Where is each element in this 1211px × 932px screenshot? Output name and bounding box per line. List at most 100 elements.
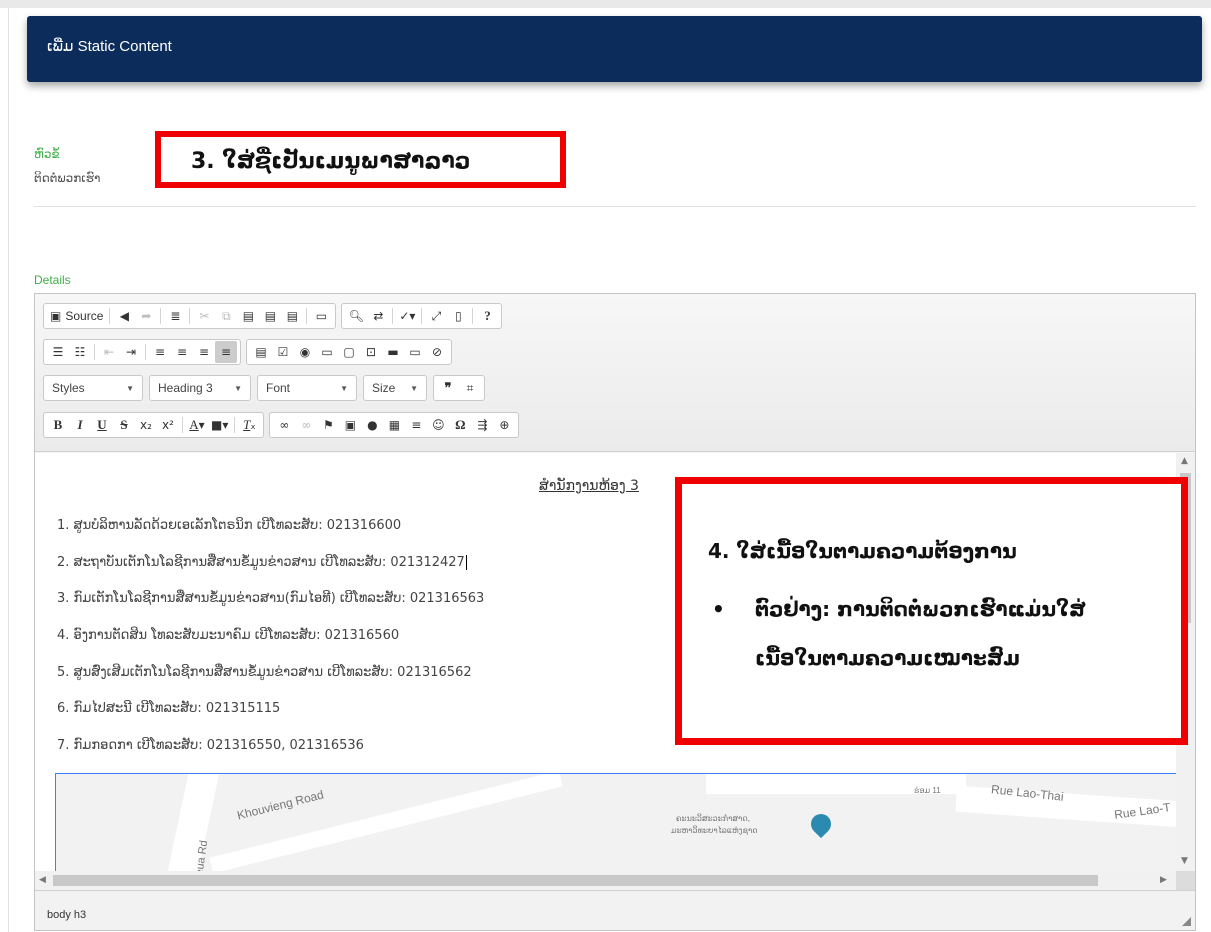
map-poi-label: ຄະນະວິສະວະກຳສາດ,	[676, 814, 750, 823]
horizontal-scrollbar[interactable]: ◀ ▶	[35, 871, 1176, 890]
scroll-right-icon[interactable]: ▶	[1160, 875, 1167, 885]
toolbar-separator	[392, 308, 394, 324]
embedded-map[interactable]: Khouvieng Road eua Rd ຮ່ອມ 11 Rue Lao-Th…	[55, 773, 1176, 871]
toolbar-separator	[145, 344, 146, 360]
maximize-icon[interactable]: ⤢	[425, 305, 447, 327]
source-button[interactable]: ▣ Source	[47, 305, 106, 327]
copy-icon[interactable]: ⧉	[215, 305, 237, 327]
image-icon[interactable]: ▣	[339, 414, 361, 436]
hidden-field-icon[interactable]: ⊘	[426, 341, 448, 363]
page-break-icon[interactable]: ⇶	[471, 414, 493, 436]
map-pin-icon[interactable]	[806, 809, 836, 839]
select-field-icon[interactable]: ⊡	[360, 341, 382, 363]
bold-icon[interactable]: B	[47, 414, 69, 436]
subscript-icon[interactable]: x₂	[135, 414, 157, 436]
undo-icon[interactable]: ◀	[113, 305, 135, 327]
text-cursor	[465, 554, 467, 570]
map-poi-label: ມະຫາວິທະຍາໄລແຫ່ງຊາດ	[671, 826, 758, 835]
align-justify-icon[interactable]: ≡	[215, 341, 237, 363]
callout-step-3-text: 3. ໃສ່ຊື່ເປັນເມນູພາສາລາວ	[191, 149, 471, 174]
unlink-icon[interactable]: ∞	[295, 414, 317, 436]
anchor-flag-icon[interactable]: ⚑	[317, 414, 339, 436]
superscript-icon[interactable]: x²	[157, 414, 179, 436]
iframe-icon[interactable]: ⊕	[493, 414, 515, 436]
callout-step-3: 3. ໃສ່ຊື່ເປັນເມນູພາສາລາວ	[155, 131, 566, 188]
indent-icon[interactable]: ⇥	[120, 341, 142, 363]
replace-icon[interactable]: ⇄	[367, 305, 389, 327]
paste-word-icon[interactable]: ▤	[281, 305, 303, 327]
list-item: 5. ສູນສົ່ງເສີມເຕັກໂນໂລຊີການສື່ສານຂໍ້ມູນຂ…	[57, 664, 472, 680]
templates-icon[interactable]: ≣	[164, 305, 186, 327]
editor-toolbar: ▣ Source ◀ ➦ ≣ ✂ ⧉ ▤ ▤ ▤ ▭ 🔍︎ ⇄ ✓▾ ⤢ ▯ ?…	[35, 294, 1195, 452]
font-dropdown[interactable]: Font ▼	[257, 375, 357, 401]
spellcheck-icon[interactable]: ✓▾	[396, 305, 418, 327]
button-field-icon[interactable]: ▬	[382, 341, 404, 363]
chevron-down-icon: ▼	[234, 383, 242, 393]
checkbox-icon[interactable]: ☑	[272, 341, 294, 363]
page-header: ເພີ່ມ Static Content	[27, 16, 1202, 82]
paste-text-icon[interactable]: ▤	[259, 305, 281, 327]
align-center-icon[interactable]: ≡	[171, 341, 193, 363]
link-icon[interactable]: ∞	[273, 414, 295, 436]
styles-dropdown[interactable]: Styles ▼	[43, 375, 143, 401]
show-blocks-icon[interactable]: ▯	[447, 305, 469, 327]
blockquote-icon[interactable]: ❞	[437, 377, 459, 399]
top-strip	[0, 0, 1211, 8]
chevron-down-icon: ▼	[340, 383, 348, 393]
map-label-khouvieng: Khouvieng Road	[235, 787, 326, 823]
remove-format-icon[interactable]: Tₓ	[238, 414, 260, 436]
content-heading: ສຳນັກງານຫ້ອງ 3	[539, 478, 639, 494]
align-right-icon[interactable]: ≡	[193, 341, 215, 363]
resize-handle-icon[interactable]	[1182, 917, 1191, 926]
help-icon[interactable]: ?	[476, 305, 498, 327]
redo-icon[interactable]: ➦	[135, 305, 157, 327]
scroll-left-icon[interactable]: ◀	[39, 875, 46, 885]
title-field-input[interactable]: ຕິດຕໍ່ພວກເຮົາ	[34, 171, 100, 185]
toolbar-group-editing: 🔍︎ ⇄ ✓▾ ⤢ ▯ ?	[341, 303, 503, 329]
toolbar-group-forms: ▤ ☑ ◉ ▭ ▢ ⊡ ▬ ▭ ⊘	[246, 339, 452, 365]
scroll-down-icon[interactable]: ▼	[1181, 856, 1188, 866]
text-field-icon[interactable]: ▭	[316, 341, 338, 363]
list-item: 3. ກົມເຕັກໂນໂລຊີການສື່ສານຂໍ້ມູນຂ່າວສານ(ກ…	[57, 591, 485, 607]
outdent-icon[interactable]: ⇤	[98, 341, 120, 363]
form-icon[interactable]: ▤	[250, 341, 272, 363]
format-dropdown-label: Heading 3	[158, 381, 213, 395]
special-char-icon[interactable]: Ω	[449, 414, 471, 436]
source-label: Source	[65, 309, 104, 323]
italic-icon[interactable]: I	[69, 414, 91, 436]
chevron-down-icon: ▼	[410, 383, 418, 393]
horizontal-scroll-thumb[interactable]	[53, 875, 1098, 886]
textarea-icon[interactable]: ▢	[338, 341, 360, 363]
title-field-underline	[34, 206, 1196, 207]
strikethrough-icon[interactable]: S	[113, 414, 135, 436]
radio-icon[interactable]: ◉	[294, 341, 316, 363]
preview-icon[interactable]: ▭	[310, 305, 332, 327]
image-button-icon[interactable]: ▭	[404, 341, 426, 363]
background-color-icon[interactable]: ■▾	[208, 414, 231, 436]
toolbar-group-document: ▣ Source ◀ ➦ ≣ ✂ ⧉ ▤ ▤ ▤ ▭	[43, 303, 337, 329]
align-left-icon[interactable]: ≡	[149, 341, 171, 363]
title-field-label: ຫົວຂໍ້	[34, 147, 60, 161]
list-item-text: 2. ສະຖາບັນເຕັກໂນໂລຊີການສື່ສານຂໍ້ມູນຂ່າວສ…	[57, 554, 465, 570]
size-dropdown[interactable]: Size ▼	[363, 375, 427, 401]
horizontal-rule-icon[interactable]: ≡	[405, 414, 427, 436]
create-div-icon[interactable]: ⌗	[459, 377, 481, 399]
bulleted-list-icon[interactable]: ☷	[69, 341, 91, 363]
list-item: 2. ສະຖາບັນເຕັກໂນໂລຊີການສື່ສານຂໍ້ມູນຂ່າວສ…	[57, 554, 484, 592]
scroll-up-icon[interactable]: ▲	[1181, 456, 1188, 466]
underline-icon[interactable]: U	[91, 414, 113, 436]
toolbar-separator	[306, 308, 308, 324]
numbered-list-icon[interactable]: ☰	[47, 341, 69, 363]
cut-icon[interactable]: ✂	[193, 305, 215, 327]
element-path[interactable]: body h3	[47, 909, 86, 921]
format-dropdown[interactable]: Heading 3 ▼	[149, 375, 251, 401]
paste-icon[interactable]: ▤	[237, 305, 259, 327]
callout-step-4: 4. ໃສ່ເນື້ອໃນຕາມຄວາມຕ້ອງການ • ຕົວຢ່າງ: ກ…	[675, 477, 1188, 745]
table-icon[interactable]: ▦	[383, 414, 405, 436]
bullet-icon: •	[712, 597, 725, 621]
smiley-icon[interactable]: ☺	[427, 414, 449, 436]
text-color-icon[interactable]: A ▾	[186, 414, 208, 436]
toolbar-group-paragraph: ☰ ☷ ⇤ ⇥ ≡ ≡ ≡ ≡	[43, 339, 241, 365]
flash-icon[interactable]: ●	[361, 414, 383, 436]
find-icon[interactable]: 🔍︎	[345, 305, 367, 327]
